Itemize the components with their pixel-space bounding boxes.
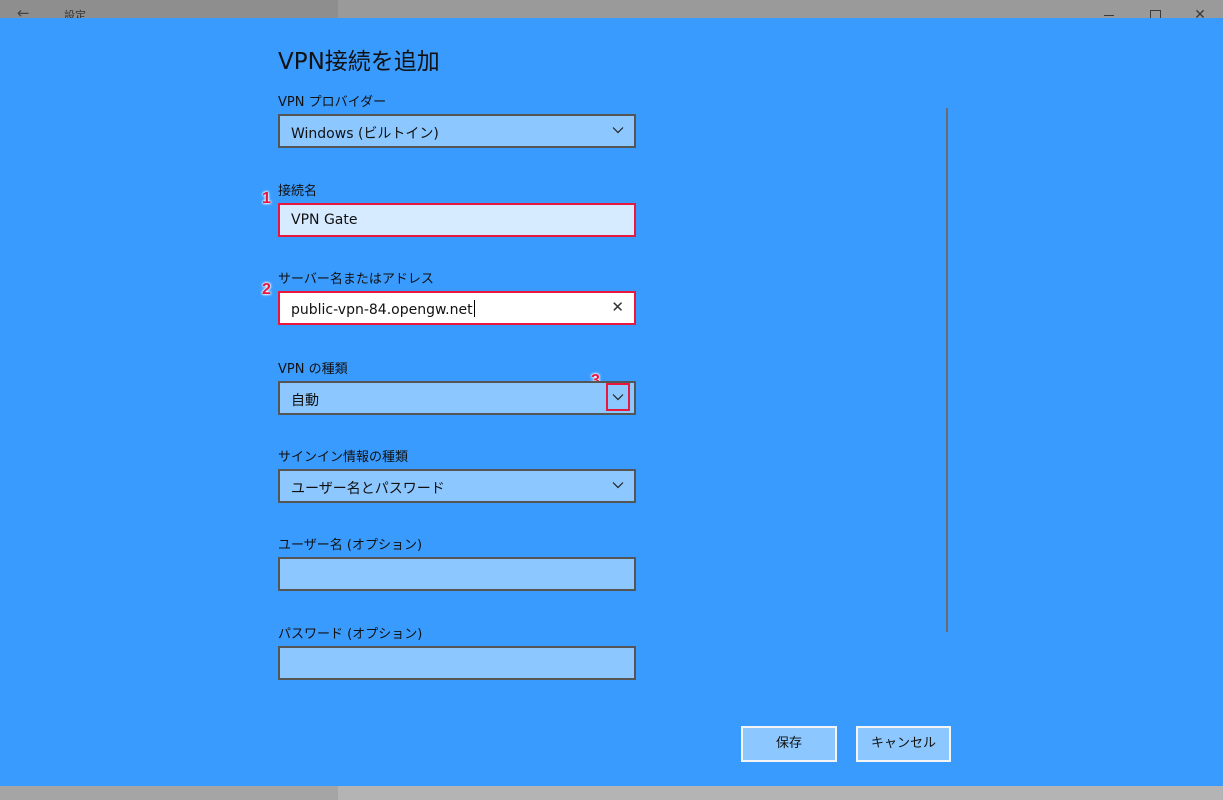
chevron-down-icon xyxy=(612,127,624,134)
connection-name-label: 接続名 xyxy=(278,184,318,199)
vpn-provider-select[interactable]: Windows (ビルトイン) xyxy=(278,114,636,148)
clear-text-icon[interactable]: ✕ xyxy=(611,299,624,315)
username-label: ユーザー名 (オプション) xyxy=(278,538,423,553)
server-address-input[interactable]: public-vpn-84.opengw.net ✕ xyxy=(278,291,636,325)
vpn-type-value: 自動 xyxy=(291,393,319,409)
background-window-edge-right xyxy=(338,786,1223,800)
signin-type-value: ユーザー名とパスワード xyxy=(291,481,445,497)
vpn-provider-label: VPN プロバイダー xyxy=(278,95,387,110)
text-cursor xyxy=(473,300,475,317)
cancel-button[interactable]: キャンセル xyxy=(856,726,951,762)
connection-name-input[interactable]: VPN Gate xyxy=(278,203,636,237)
signin-type-label: サインイン情報の種類 xyxy=(278,450,409,465)
save-button[interactable]: 保存 xyxy=(741,726,837,762)
signin-type-select[interactable]: ユーザー名とパスワード xyxy=(278,469,636,503)
scrollbar[interactable] xyxy=(946,108,948,632)
annotation-badge-1: 1 xyxy=(262,190,271,207)
background-window-edge xyxy=(0,786,1223,800)
vpn-provider-value: Windows (ビルトイン) xyxy=(291,126,439,142)
dialog-title: VPN接続を追加 xyxy=(278,49,440,75)
password-label: パスワード (オプション) xyxy=(278,627,423,642)
vpn-type-select[interactable]: 自動 xyxy=(278,381,636,415)
minimize-icon xyxy=(1104,14,1114,16)
annotation-badge-2: 2 xyxy=(262,281,271,298)
vpn-type-dropdown-highlight[interactable] xyxy=(606,383,630,411)
server-address-label: サーバー名またはアドレス xyxy=(278,272,434,287)
chevron-down-icon xyxy=(612,482,624,489)
server-address-value: public-vpn-84.opengw.net xyxy=(291,302,473,318)
add-vpn-dialog: VPN接続を追加 VPN プロバイダー Windows (ビルトイン) 1 接続… xyxy=(0,18,1223,786)
password-input[interactable] xyxy=(278,646,636,680)
username-input[interactable] xyxy=(278,557,636,591)
connection-name-value: VPN Gate xyxy=(291,212,358,228)
vpn-type-label: VPN の種類 xyxy=(278,362,348,377)
